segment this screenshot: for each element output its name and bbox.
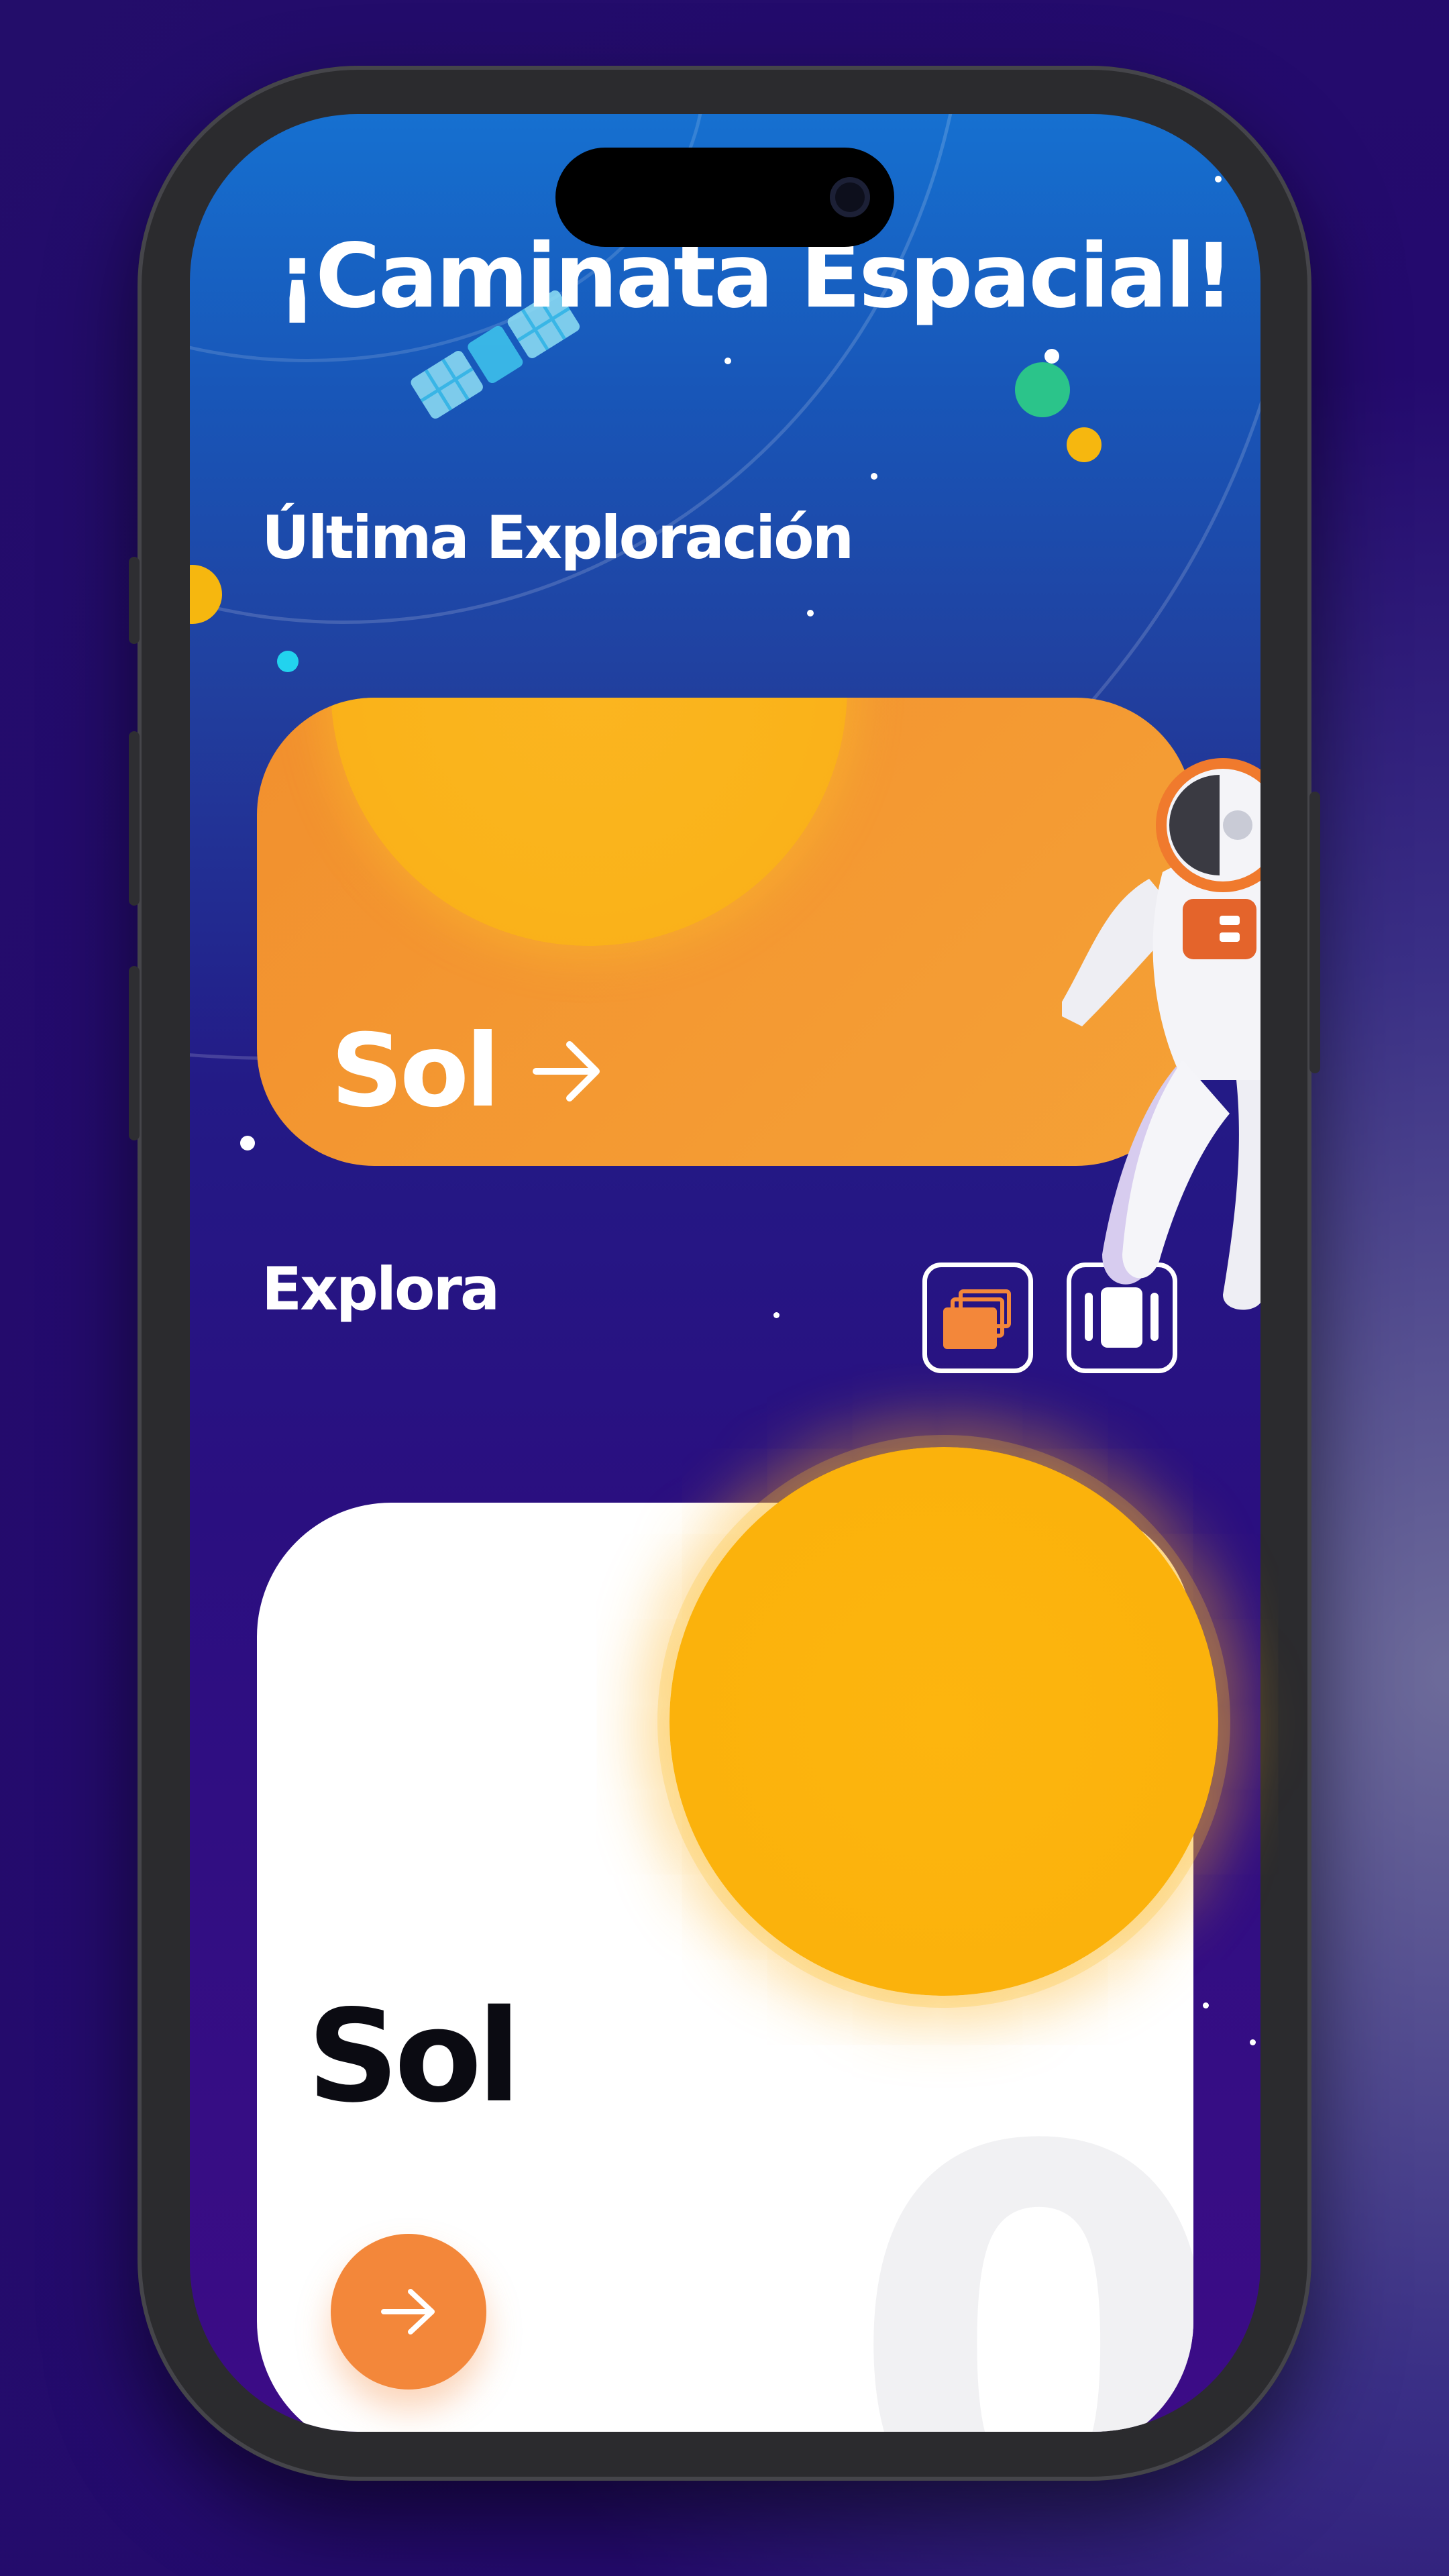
- last-exploration-card-label-row: Sol: [331, 1013, 604, 1130]
- phone-action-button: [129, 557, 140, 644]
- star: [1250, 2039, 1256, 2045]
- open-planet-button[interactable]: [331, 2234, 486, 2390]
- phone-volume-up-button: [129, 731, 140, 906]
- arrow-right-icon: [381, 2289, 435, 2334]
- last-exploration-heading: Última Exploración: [262, 503, 854, 572]
- star: [773, 1312, 780, 1318]
- stack-view-button[interactable]: [922, 1263, 1033, 1373]
- explore-heading: Explora: [262, 1254, 500, 1324]
- sun-planet-image: [669, 1447, 1218, 1996]
- star: [807, 610, 814, 616]
- last-exploration-card-label: Sol: [331, 1013, 500, 1130]
- astronaut-icon: [1062, 758, 1260, 1310]
- camera-icon: [830, 177, 870, 217]
- phone-power-button: [1309, 792, 1320, 1073]
- star: [1215, 176, 1222, 182]
- star: [1044, 349, 1059, 364]
- last-exploration-card[interactable]: Sol: [257, 698, 1193, 1166]
- card-index-watermark: 0: [847, 2035, 1193, 2432]
- explore-card-title: Sol: [307, 1982, 521, 2131]
- star: [1203, 2002, 1209, 2008]
- star: [724, 358, 731, 364]
- arrow-right-icon: [532, 1041, 600, 1102]
- stack-cards-icon: [943, 1289, 1011, 1349]
- planet-dot-green: [1015, 362, 1070, 417]
- planet-dot-cyan: [277, 651, 299, 672]
- star: [871, 473, 877, 480]
- phone-volume-down-button: [129, 966, 140, 1140]
- app-screen: ¡Caminata Espacial! Última Exploración S…: [190, 114, 1260, 2432]
- dynamic-island: [555, 148, 894, 247]
- planet-dot-yellow: [1067, 427, 1102, 462]
- sun-icon: [331, 698, 847, 946]
- star: [240, 1136, 255, 1150]
